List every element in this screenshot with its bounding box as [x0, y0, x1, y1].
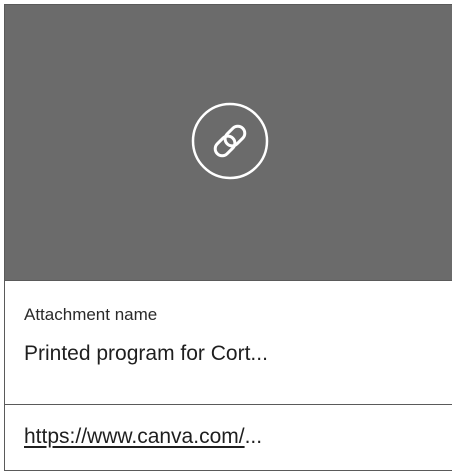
attachment-url-link[interactable]: https://www.canva.com/	[24, 425, 245, 448]
attachment-preview[interactable]	[5, 5, 452, 281]
attachment-url-row[interactable]: https://www.canva.com/...	[5, 405, 452, 470]
link-icon	[190, 101, 270, 181]
attachment-url-ellipsis: ...	[244, 425, 263, 448]
attachment-details: Attachment name Printed program for Cort…	[5, 281, 452, 405]
attachment-card[interactable]: Attachment name Printed program for Cort…	[4, 4, 452, 471]
attachment-name-value: Printed program for Cort...	[24, 342, 268, 365]
attachment-url[interactable]: https://www.canva.com/...	[24, 425, 262, 449]
attachment-name-label: Attachment name	[24, 305, 158, 324]
